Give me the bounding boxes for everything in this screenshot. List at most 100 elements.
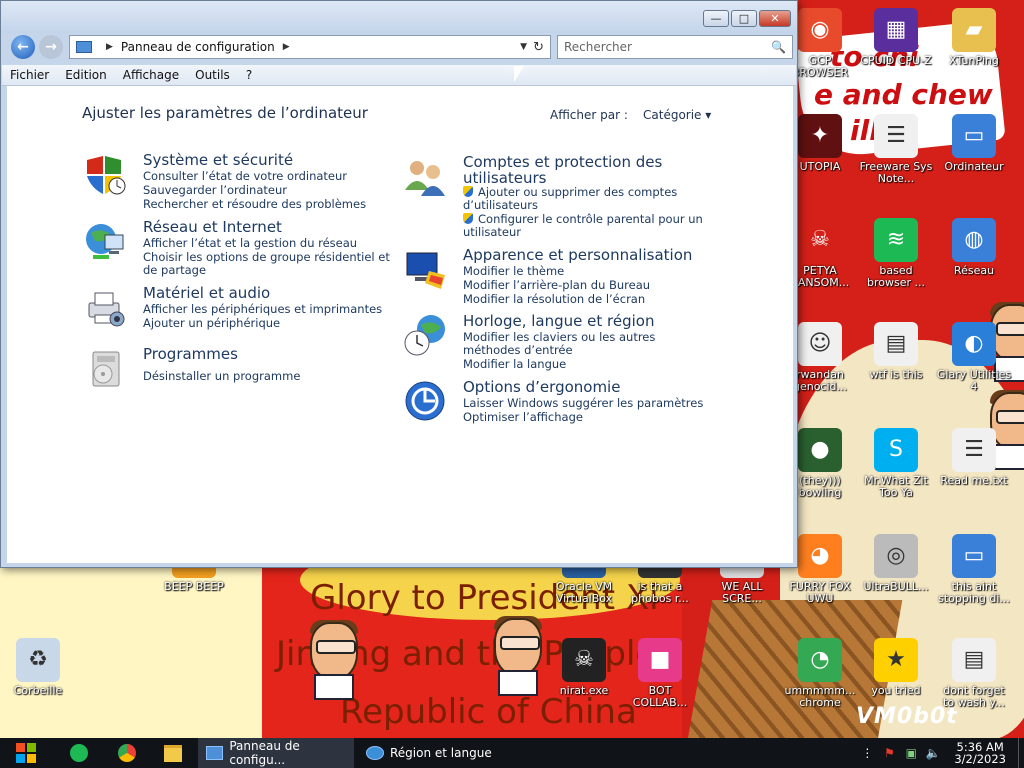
category-title[interactable]: Système et sécurité xyxy=(143,152,293,168)
link[interactable]: Afficher l’état et la gestion du réseau xyxy=(143,237,393,250)
action-center-flag-icon[interactable]: ⚑ xyxy=(881,745,897,761)
link[interactable]: Modifier les claviers ou les autres méth… xyxy=(463,331,703,357)
search-box[interactable]: Rechercher 🔍 xyxy=(557,35,793,59)
link[interactable]: Sauvegarder l’ordinateur xyxy=(143,184,366,197)
title-bar[interactable]: — □ ✕ xyxy=(1,1,797,33)
link[interactable]: Optimiser l’affichage xyxy=(463,411,703,424)
desktop-icon-label: this aint stopping di... xyxy=(938,580,1010,605)
skull-icon: ☠ xyxy=(562,638,606,682)
link[interactable]: Modifier le thème xyxy=(463,265,650,278)
desktop-icon[interactable]: ☠ nirat.exe xyxy=(546,638,622,697)
link[interactable]: Modifier l’arrière-plan du Bureau xyxy=(463,279,650,292)
link[interactable]: Ajouter un périphérique xyxy=(143,317,382,330)
link[interactable]: Laisser Windows suggérer les paramètres xyxy=(463,397,703,410)
link[interactable]: Désinstaller un programme xyxy=(143,370,300,383)
desktop-icon[interactable]: ▦ CPUID CPU-Z xyxy=(858,8,934,67)
menu-edition[interactable]: Edition xyxy=(57,68,115,82)
desktop-icon[interactable]: ≋ based browser ... xyxy=(858,218,934,289)
desktop-icon[interactable]: ▤ wtf is this xyxy=(858,322,934,381)
maximize-button[interactable]: □ xyxy=(731,10,757,27)
shield-icon xyxy=(87,156,126,195)
address-dropdown-icon[interactable]: ▼ xyxy=(520,42,527,52)
desktop-icon[interactable]: ☰ Freeware Sys Note... xyxy=(858,114,934,185)
menu-affichage[interactable]: Affichage xyxy=(115,68,187,82)
desktop-icon[interactable]: ▭ this aint stopping di... xyxy=(936,534,1012,605)
desktop-icon[interactable]: ★ you tried xyxy=(858,638,934,697)
volume-icon[interactable]: 🔈 xyxy=(925,745,941,761)
navigation-bar: ← → ▶ Panneau de configuration ▶ ▼ ↻ Rec… xyxy=(9,35,793,59)
breadcrumb-separator-icon[interactable]: ▶ xyxy=(283,42,290,52)
link[interactable]: Configurer le contrôle parental pour un … xyxy=(463,213,703,239)
category-title[interactable]: Programmes xyxy=(143,346,238,362)
desktop-icon[interactable]: ■ BOT COLLAB... xyxy=(622,638,698,709)
minimize-button[interactable]: — xyxy=(703,10,729,27)
desktop-icon-label: Réseau xyxy=(953,264,995,277)
link[interactable]: Consulter l’état de votre ordinateur xyxy=(143,170,366,183)
category-title[interactable]: Comptes et protection des utilisateurs xyxy=(463,154,693,186)
breadcrumb-separator-icon[interactable]: ▶ xyxy=(106,42,113,52)
desktop-icon[interactable]: ▰ XTunPing xyxy=(936,8,1012,67)
refresh-icon[interactable]: ↻ xyxy=(533,40,544,55)
taskbar-task-control-panel[interactable]: Panneau de configu... xyxy=(198,738,354,768)
view-by-label: Afficher par : xyxy=(550,108,628,122)
view-by-dropdown[interactable]: Catégorie ▾ xyxy=(643,108,711,122)
category-title[interactable]: Options d’ergonomie xyxy=(463,379,620,395)
meme-face-icon: ☺ xyxy=(798,322,842,366)
control-panel-icon xyxy=(76,41,92,53)
back-button[interactable]: ← xyxy=(11,35,35,59)
desktop-icon[interactable]: ▤ dont forget to wash y... xyxy=(936,638,1012,709)
desktop-icon[interactable]: ☰ Read me.txt xyxy=(936,428,1012,487)
breadcrumb-control-panel[interactable]: Panneau de configuration xyxy=(121,40,275,54)
category-clock-language: Horloge, langue et région Modifier les c… xyxy=(403,313,723,371)
menu-help[interactable]: ? xyxy=(238,68,260,82)
forward-button[interactable]: → xyxy=(39,35,63,59)
search-icon[interactable]: 🔍 xyxy=(771,40,786,54)
computer-icon: ▭ xyxy=(952,114,996,158)
control-panel-window[interactable]: — □ ✕ ← → ▶ Panneau de configuration ▶ ▼… xyxy=(0,0,798,568)
desktop-icon[interactable]: ◍ Réseau xyxy=(936,218,1012,277)
cpuz-icon: ▦ xyxy=(874,8,918,52)
close-button[interactable]: ✕ xyxy=(759,10,791,27)
menu-outils[interactable]: Outils xyxy=(187,68,238,82)
start-button[interactable] xyxy=(0,738,52,768)
desktop-icon[interactable]: ◐ Glary Utilities 4 xyxy=(936,322,1012,393)
menu-fichier[interactable]: Fichier xyxy=(2,68,57,82)
desktop-icon[interactable]: ◔ ummmmm... chrome xyxy=(782,638,858,709)
link[interactable]: Rechercher et résoudre des problèmes xyxy=(143,198,366,211)
desktop-icon[interactable]: ◎ UltraBULL... xyxy=(858,534,934,593)
category-title[interactable]: Réseau et Internet xyxy=(143,219,282,235)
cartoon-face xyxy=(302,618,362,700)
link[interactable]: Afficher les périphériques et imprimante… xyxy=(143,303,382,316)
desktop-icon[interactable]: S Mr.What Zit Too Ya xyxy=(858,428,934,499)
skull-icon: ☠ xyxy=(798,218,842,262)
menu-bar: Fichier Edition Affichage Outils ? xyxy=(2,65,796,86)
link[interactable]: Ajouter ou supprimer des comptes d’utili… xyxy=(463,186,703,212)
desktop-icon-label: UltraBULL... xyxy=(863,580,929,593)
clock[interactable]: 5:36 AM 3/2/2023 xyxy=(954,741,1006,765)
network-tray-icon[interactable]: ▣ xyxy=(903,745,919,761)
search-input[interactable]: Rechercher xyxy=(558,40,771,54)
category-user-accounts: Comptes et protection des utilisateurs A… xyxy=(403,154,723,239)
text-file-icon: ☰ xyxy=(952,428,996,472)
disc-icon: ◎ xyxy=(874,534,918,578)
link[interactable]: Modifier la langue xyxy=(463,358,703,371)
chrome-pinned-icon[interactable] xyxy=(104,738,150,768)
desktop-icon[interactable]: ♻ Corbeille xyxy=(0,638,76,697)
taskbar-task-region-language[interactable]: Région et langue xyxy=(358,738,518,768)
spotify-pinned-icon[interactable] xyxy=(56,738,102,768)
link[interactable]: Modifier la résolution de l’écran xyxy=(463,293,650,306)
address-bar[interactable]: ▶ Panneau de configuration ▶ ▼ ↻ xyxy=(69,35,551,59)
folder-person-icon: ▰ xyxy=(952,8,996,52)
desktop-icon-label: Ordinateur xyxy=(944,160,1004,173)
category-title[interactable]: Matériel et audio xyxy=(143,285,270,301)
category-title[interactable]: Apparence et personnalisation xyxy=(463,247,692,263)
show-desktop-button[interactable] xyxy=(1018,738,1024,768)
wallpaper-text: Republic of China xyxy=(340,692,637,732)
desktop-icon[interactable]: ▭ Ordinateur xyxy=(936,114,1012,173)
document-icon: ▤ xyxy=(952,638,996,682)
category-title[interactable]: Horloge, langue et région xyxy=(463,313,654,329)
file-explorer-pinned-icon[interactable] xyxy=(150,738,196,768)
link[interactable]: Choisir les options de groupe résidentie… xyxy=(143,251,393,277)
tray-overflow-icon[interactable]: ⋮ xyxy=(859,745,875,761)
window-controls: — □ ✕ xyxy=(703,10,791,27)
